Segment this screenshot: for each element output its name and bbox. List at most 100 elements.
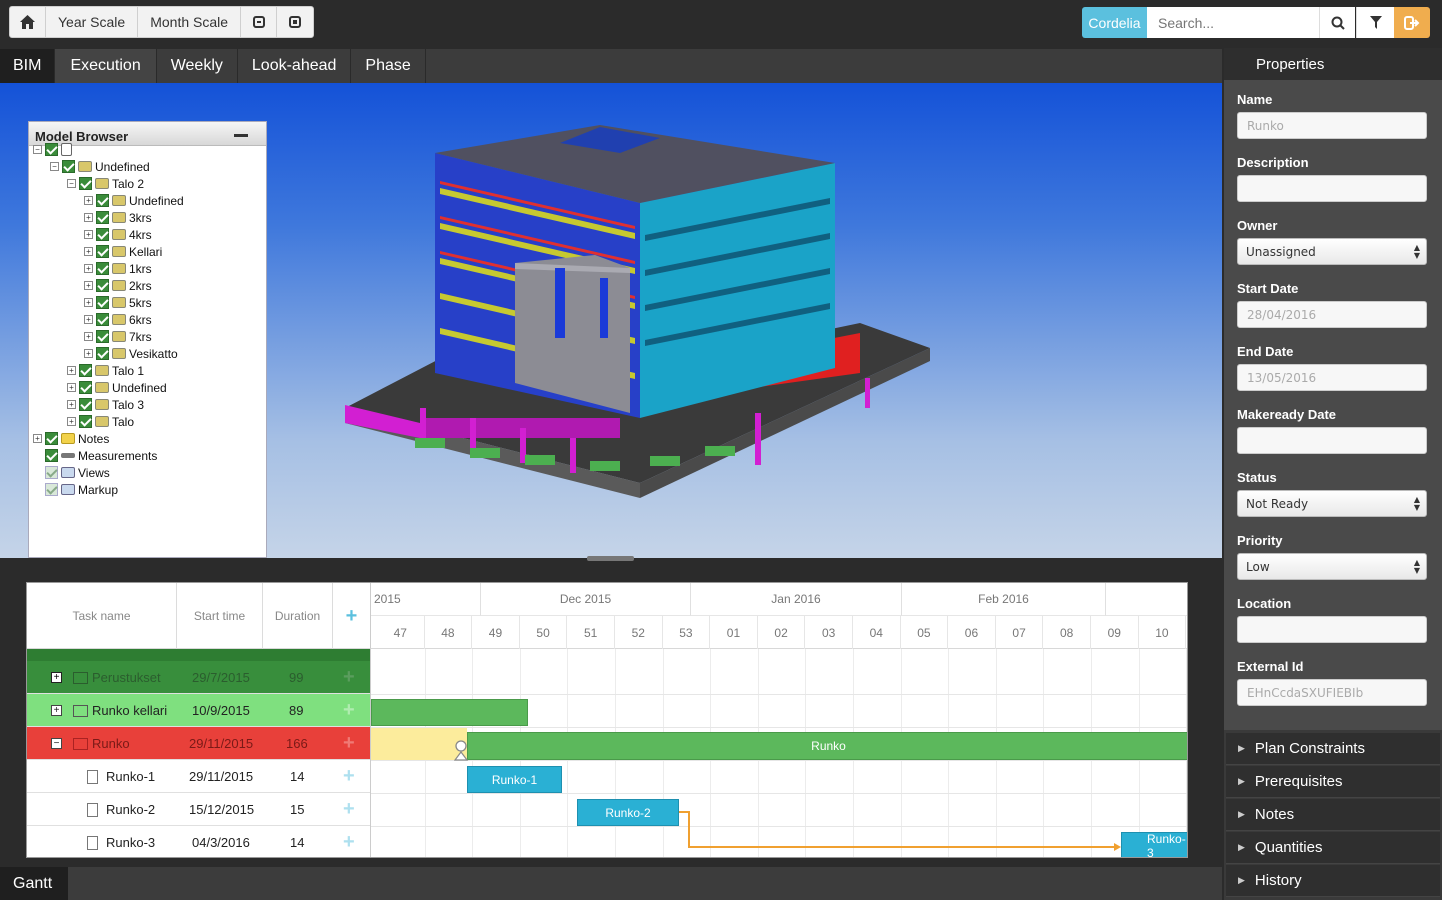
tree-node-root[interactable]: − (33, 141, 75, 158)
expand-icon[interactable]: + (84, 298, 93, 307)
column-start-time[interactable]: Start time (177, 583, 263, 649)
checkbox[interactable] (96, 296, 109, 309)
expand-icon[interactable]: + (84, 196, 93, 205)
tab-bim[interactable]: BIM (0, 49, 56, 83)
checkbox[interactable] (79, 177, 92, 190)
status-select[interactable]: Not Ready ▲ ▼ (1237, 490, 1427, 517)
table-row[interactable]: Runko-2 15/12/2015 15 + (27, 793, 370, 826)
expand-icon[interactable]: + (67, 383, 76, 392)
checkbox[interactable] (79, 381, 92, 394)
table-row[interactable]: Runko-3 04/3/2016 14 + (27, 826, 370, 857)
tree-node-notes[interactable]: + Notes (33, 430, 109, 447)
year-scale-button[interactable]: Year Scale (46, 7, 139, 37)
checkbox[interactable] (79, 364, 92, 377)
search-button[interactable] (1319, 7, 1355, 38)
tree-node[interactable]: +3krs (84, 209, 152, 226)
checkbox[interactable] (96, 313, 109, 326)
expand-icon[interactable]: + (51, 694, 62, 727)
search-input[interactable] (1147, 7, 1319, 38)
bim-viewport[interactable]: Model Browser − − Undefined − Talo 2 + Unde… (0, 83, 1222, 558)
checkbox[interactable] (79, 398, 92, 411)
checkbox[interactable] (45, 432, 58, 445)
tree-node[interactable]: +5krs (84, 294, 152, 311)
expand-icon[interactable]: + (84, 230, 93, 239)
tree-node[interactable]: + Talo 1 (67, 362, 144, 379)
name-field[interactable]: Runko (1237, 112, 1427, 139)
tree-node[interactable]: + Talo 3 (67, 396, 144, 413)
tree-node[interactable]: + Vesikatto (84, 345, 178, 362)
minimize-icon[interactable] (234, 134, 248, 137)
expand-icon[interactable]: + (84, 264, 93, 273)
checkbox[interactable] (96, 194, 109, 207)
dependency-link[interactable] (371, 649, 1188, 858)
add-subtask-icon[interactable]: + (343, 760, 355, 793)
tree-node[interactable]: +7krs (84, 328, 152, 345)
tree-node[interactable]: +2krs (84, 277, 152, 294)
tree-node-markup[interactable]: Markup (45, 481, 118, 498)
section-quantities[interactable]: ▶ Quantities (1226, 832, 1440, 864)
table-row[interactable]: − Runko 29/11/2015 166 + (27, 727, 370, 760)
checkbox[interactable] (45, 466, 58, 479)
owner-select[interactable]: Unassigned ▲ ▼ (1237, 238, 1427, 265)
collapse-icon[interactable]: − (50, 162, 59, 171)
tree-node[interactable]: − Talo 2 (67, 175, 144, 192)
column-duration[interactable]: Duration (263, 583, 333, 649)
checkbox[interactable] (96, 279, 109, 292)
checkbox[interactable] (45, 483, 58, 496)
table-row[interactable]: + Perustukset 29/7/2015 99 + (27, 661, 370, 694)
end-date-field[interactable]: 13/05/2016 (1237, 364, 1427, 391)
location-field[interactable] (1237, 616, 1427, 643)
checkbox[interactable] (45, 449, 58, 462)
section-prerequisites[interactable]: ▶ Prerequisites (1226, 766, 1440, 798)
section-plan-constraints[interactable]: ▶ Plan Constraints (1226, 733, 1440, 765)
checkbox[interactable] (79, 415, 92, 428)
tree-node[interactable]: + Undefined (67, 379, 167, 396)
checkbox[interactable] (96, 262, 109, 275)
table-row[interactable]: Runko-1 29/11/2015 14 + (27, 760, 370, 793)
logout-button[interactable] (1394, 7, 1430, 38)
external-id-field[interactable]: EHnCcdaSXUFIEBIb (1237, 679, 1427, 706)
expand-icon[interactable]: + (84, 213, 93, 222)
checkbox[interactable] (96, 245, 109, 258)
checkbox[interactable] (45, 143, 58, 156)
tree-node[interactable]: − Undefined (50, 158, 150, 175)
add-subtask-icon[interactable]: + (343, 793, 355, 826)
start-date-field[interactable]: 28/04/2016 (1237, 301, 1427, 328)
tree-node[interactable]: +4krs (84, 226, 152, 243)
column-task-name[interactable]: Task name (27, 583, 177, 649)
expand-all-button[interactable] (277, 7, 313, 37)
expand-icon[interactable]: + (67, 400, 76, 409)
checkbox[interactable] (96, 330, 109, 343)
description-field[interactable] (1237, 175, 1427, 202)
collapse-icon[interactable]: − (51, 727, 62, 760)
tree-node[interactable]: +6krs (84, 311, 152, 328)
collapse-icon[interactable]: − (33, 145, 42, 154)
collapse-icon[interactable]: − (67, 179, 76, 188)
tree-node-views[interactable]: Views (45, 464, 110, 481)
tree-node[interactable]: + Kellari (84, 243, 162, 260)
expand-icon[interactable]: + (51, 661, 62, 694)
tab-execution[interactable]: Execution (55, 49, 157, 83)
month-scale-button[interactable]: Month Scale (138, 7, 242, 37)
expand-icon[interactable]: + (67, 417, 76, 426)
checkbox[interactable] (96, 228, 109, 241)
tree-node[interactable]: +1krs (84, 260, 152, 277)
checkbox[interactable] (96, 347, 109, 360)
tree-node[interactable]: + Undefined (84, 192, 184, 209)
expand-icon[interactable]: + (33, 434, 42, 443)
add-subtask-icon[interactable]: + (343, 694, 355, 727)
expand-icon[interactable]: + (84, 332, 93, 341)
user-badge[interactable]: Cordelia (1082, 7, 1147, 38)
home-button[interactable] (10, 7, 46, 37)
tab-weekly[interactable]: Weekly (157, 49, 238, 83)
expand-icon[interactable]: + (84, 315, 93, 324)
expand-icon[interactable]: + (67, 366, 76, 375)
add-subtask-icon[interactable]: + (343, 661, 355, 694)
section-history[interactable]: ▶ History (1226, 865, 1440, 897)
tab-phase[interactable]: Phase (351, 49, 426, 83)
checkbox[interactable] (96, 211, 109, 224)
tab-gantt[interactable]: Gantt (0, 867, 68, 900)
expand-icon[interactable]: + (84, 281, 93, 290)
section-notes[interactable]: ▶ Notes (1226, 799, 1440, 831)
add-task-icon[interactable]: + (333, 583, 370, 649)
